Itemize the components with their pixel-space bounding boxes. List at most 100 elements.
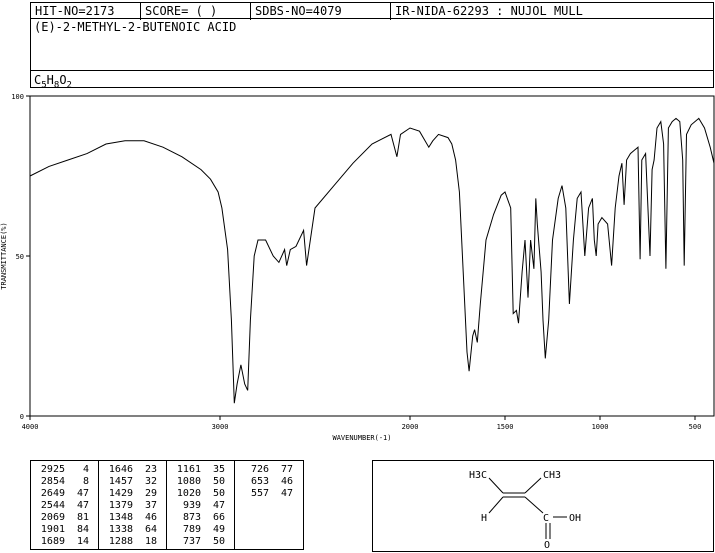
- peak-row: 737 50: [173, 537, 225, 547]
- y-axis-label: TRANSMITTANCE(%): [0, 222, 8, 289]
- peak-row: 2649 47: [37, 489, 89, 499]
- peak-row: 2069 81: [37, 513, 89, 523]
- peak-wavenumber: 2925: [40, 464, 65, 475]
- peak-transmittance: 47: [76, 500, 89, 511]
- peak-row: 939 47: [173, 501, 225, 511]
- peak-column-2: 1646 23 1457 32 1429 29 1379 37 1348 46 1338 64 1288…: [99, 461, 167, 549]
- peak-transmittance: 29: [144, 488, 157, 499]
- atom-label-oh: OH: [569, 513, 581, 524]
- peak-transmittance: 50: [212, 488, 225, 499]
- peak-row: 789 49: [173, 525, 225, 535]
- peak-wavenumber: 1288: [108, 536, 133, 547]
- bond-h: [488, 496, 504, 514]
- peak-wavenumber: 653: [250, 476, 269, 487]
- peak-transmittance: 35: [212, 464, 225, 475]
- peak-wavenumber: 873: [182, 512, 201, 523]
- peak-wavenumber: 939: [182, 500, 201, 511]
- peak-row: 1646 23: [105, 465, 157, 475]
- peak-transmittance: 47: [76, 488, 89, 499]
- atom-label-ch3: CH3: [543, 470, 561, 481]
- peak-wavenumber: 557: [250, 488, 269, 499]
- peak-transmittance: 14: [76, 536, 89, 547]
- peak-wavenumber: 1020: [176, 488, 201, 499]
- peak-row: 1379 37: [105, 501, 157, 511]
- peak-transmittance: 49: [212, 524, 225, 535]
- peak-transmittance: 8: [82, 476, 89, 487]
- peak-row: 1689 14: [37, 537, 89, 547]
- atom-label-c: C: [543, 513, 549, 524]
- peak-wavenumber: 1080: [176, 476, 201, 487]
- peak-column-4: 726 77 653 46 557 47: [235, 461, 303, 549]
- peak-transmittance: 37: [144, 500, 157, 511]
- peak-wavenumber: 2854: [40, 476, 65, 487]
- peak-wavenumber: 726: [250, 464, 269, 475]
- peak-row: 1338 64: [105, 525, 157, 535]
- y-tick-label-100: 100: [11, 93, 24, 101]
- peak-wavenumber: 789: [182, 524, 201, 535]
- peak-row: 726 77: [241, 465, 293, 475]
- peak-row: 2544 47: [37, 501, 89, 511]
- structure-box: H3C CH3 H C OH O: [372, 460, 714, 552]
- atom-label-h3c: H3C: [469, 470, 487, 481]
- peak-transmittance: 77: [280, 464, 293, 475]
- peak-row: 1429 29: [105, 489, 157, 499]
- peak-wavenumber: 2544: [40, 500, 65, 511]
- peak-wavenumber: 1161: [176, 464, 201, 475]
- atom-label-h: H: [481, 513, 487, 524]
- peak-wavenumber: 1338: [108, 524, 133, 535]
- bond-ch3-right: [524, 477, 542, 494]
- peak-row: 2925 4: [37, 465, 89, 475]
- peak-wavenumber: 1646: [108, 464, 133, 475]
- x-tick-label-1500: 1500: [497, 423, 514, 431]
- x-tick-label-4000: 4000: [22, 423, 39, 431]
- peak-row: 1288 18: [105, 537, 157, 547]
- peak-transmittance: 64: [144, 524, 157, 535]
- peak-table: 2925 4 2854 8 2649 47 2544 47 2069 81 1901 84 1689 14…: [30, 460, 304, 550]
- peak-transmittance: 47: [280, 488, 293, 499]
- x-tick-label-500: 500: [689, 423, 702, 431]
- peak-transmittance: 23: [144, 464, 157, 475]
- peak-transmittance: 50: [212, 476, 225, 487]
- ir-spectrum-chart: 4000 3000 2000 1500 1000 500 0 50 100 TRANSMITTA…: [0, 93, 715, 442]
- molecule-structure: H3C CH3 H C OH O: [469, 470, 581, 551]
- peak-row: 873 66: [173, 513, 225, 523]
- peak-wavenumber: 1457: [108, 476, 133, 487]
- peak-transmittance: 50: [212, 536, 225, 547]
- peak-row: 1348 46: [105, 513, 157, 523]
- peak-wavenumber: 2649: [40, 488, 65, 499]
- peak-column-1: 2925 4 2854 8 2649 47 2544 47 2069 81 1901 84 1689 14: [31, 461, 99, 549]
- peak-row: 653 46: [241, 477, 293, 487]
- peak-transmittance: 84: [76, 524, 89, 535]
- peak-transmittance: 81: [76, 512, 89, 523]
- peak-row: 1080 50: [173, 477, 225, 487]
- peak-transmittance: 47: [212, 500, 225, 511]
- transmittance-trace: [29, 117, 715, 404]
- peak-wavenumber: 1379: [108, 500, 133, 511]
- peak-wavenumber: 1689: [40, 536, 65, 547]
- atom-label-o: O: [544, 540, 550, 551]
- bond-ch3-left: [488, 477, 504, 494]
- peak-wavenumber: 1429: [108, 488, 133, 499]
- x-tick-label-1000: 1000: [592, 423, 609, 431]
- peak-row: 1901 84: [37, 525, 89, 535]
- peak-transmittance: 4: [82, 464, 89, 475]
- peak-column-3: 1161 35 1080 50 1020 50 939 47 873 66 789 49 737 50: [167, 461, 235, 549]
- peak-row: 1020 50: [173, 489, 225, 499]
- peak-wavenumber: 737: [182, 536, 201, 547]
- peak-row: 1457 32: [105, 477, 157, 487]
- bond-carboxyl: [524, 496, 544, 514]
- peak-wavenumber: 1901: [40, 524, 65, 535]
- x-tick-label-3000: 3000: [212, 423, 229, 431]
- x-tick-label-2000: 2000: [402, 423, 419, 431]
- peak-wavenumber: 1348: [108, 512, 133, 523]
- peak-transmittance: 46: [280, 476, 293, 487]
- peak-transmittance: 66: [212, 512, 225, 523]
- peak-transmittance: 46: [144, 512, 157, 523]
- peak-row: 1161 35: [173, 465, 225, 475]
- peak-transmittance: 32: [144, 476, 157, 487]
- peak-wavenumber: 2069: [40, 512, 65, 523]
- peak-row: 557 47: [241, 489, 293, 499]
- x-axis-label: WAVENUMBER(-1): [332, 434, 391, 442]
- y-tick-label-50: 50: [16, 253, 24, 261]
- peak-transmittance: 18: [144, 536, 157, 547]
